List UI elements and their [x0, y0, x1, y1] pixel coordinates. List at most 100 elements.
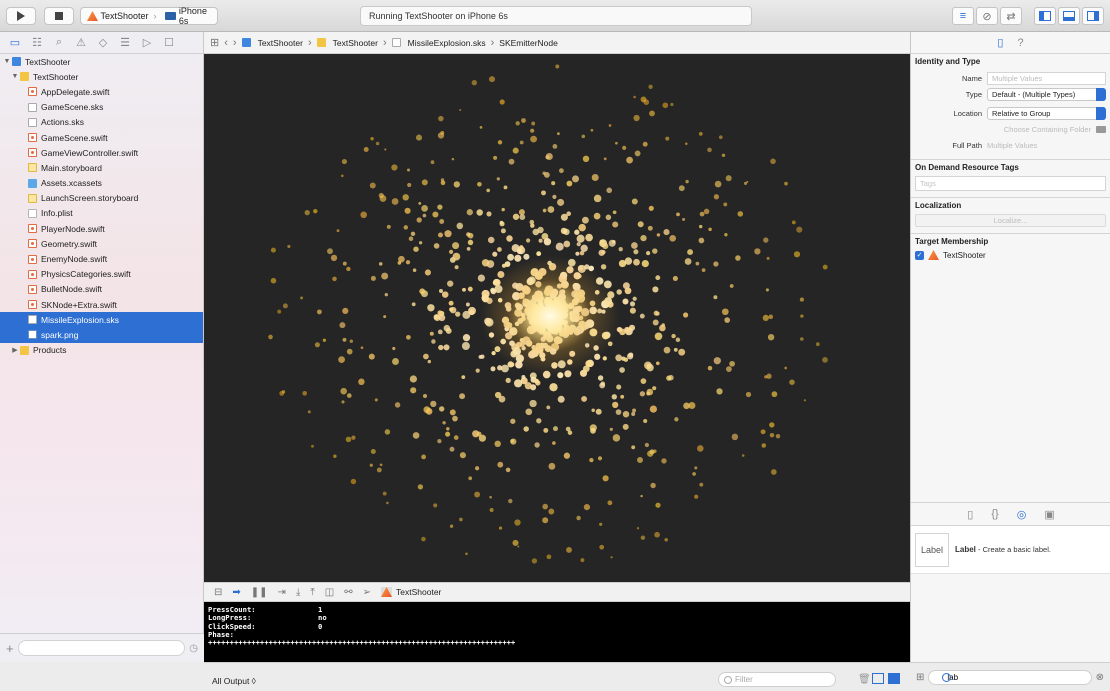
breakpoints-toggle-icon[interactable]: ➡	[232, 587, 240, 598]
tags-field[interactable]: Tags	[915, 176, 1106, 191]
file-tree-row[interactable]: Info.plist	[0, 206, 203, 221]
run-button[interactable]	[6, 7, 36, 25]
view-debugger-icon[interactable]: ◫	[325, 587, 334, 598]
name-field[interactable]: Multiple Values	[987, 71, 1106, 85]
library-item[interactable]: Label Label - Create a basic label.	[911, 526, 1110, 574]
standard-editor-button[interactable]: ≡	[952, 7, 974, 25]
particle	[512, 213, 520, 220]
jump-bar: ⊞ ‹ › TextShooter › TextShooter › Missil…	[204, 32, 910, 54]
folder-icon[interactable]	[1096, 125, 1106, 133]
particle	[626, 156, 633, 164]
particle	[654, 332, 663, 341]
location-popup[interactable]: Relative to Group	[987, 106, 1106, 120]
toggle-navigator-button[interactable]	[1034, 7, 1056, 25]
project-navigator-icon[interactable]: ▭	[8, 36, 22, 49]
file-template-library-icon[interactable]: ▯	[967, 508, 973, 521]
back-icon[interactable]: ‹	[224, 37, 228, 49]
file-tree-row[interactable]: BulletNode.swift	[0, 282, 203, 297]
disclosure-open-icon[interactable]: ▼	[2, 58, 12, 65]
breadcrumb-project[interactable]: TextShooter	[241, 38, 303, 48]
disclosure-open-icon[interactable]: ▼	[10, 73, 20, 80]
console-output[interactable]: PressCount: 1 LongPress: no ClickSpeed: 0 P…	[204, 602, 910, 662]
navigator-filter-input[interactable]	[17, 640, 186, 656]
find-navigator-icon[interactable]: ⌕	[52, 36, 66, 49]
debug-navigator-icon[interactable]: ☰	[118, 36, 132, 49]
debug-target[interactable]: TextShooter	[381, 587, 441, 597]
hide-debug-area-icon[interactable]: ⊟	[214, 587, 222, 598]
output-selector[interactable]: All Output ◊	[212, 676, 256, 686]
file-tree-row[interactable]: AppDelegate.swift	[0, 84, 203, 99]
add-file-icon[interactable]: +	[6, 641, 14, 656]
file-tree-row[interactable]: GameScene.swift	[0, 130, 203, 145]
type-popup[interactable]: Default - (Multiple Types)	[987, 87, 1106, 101]
particle	[465, 302, 470, 307]
toggle-utilities-button[interactable]	[1082, 7, 1104, 25]
particle	[676, 212, 680, 217]
breadcrumb-file[interactable]: MissileExplosion.sks	[391, 38, 486, 48]
location-icon[interactable]: ➢	[363, 587, 371, 598]
assistant-editor-button[interactable]: ⊘	[976, 7, 998, 25]
grid-view-icon[interactable]: ⊞	[916, 672, 924, 683]
breadcrumb-group[interactable]: TextShooter	[316, 38, 378, 48]
swift-file-icon	[28, 254, 37, 264]
file-tree-row[interactable]: Assets.xcassets	[0, 176, 203, 191]
file-tree-row[interactable]: spark.png	[0, 327, 203, 343]
particle	[647, 450, 654, 457]
file-tree-row[interactable]: SKNode+Extra.swift	[0, 297, 203, 312]
code-snippet-library-icon[interactable]: {}	[991, 508, 998, 520]
pause-icon[interactable]: ❚❚	[251, 587, 268, 598]
file-tree-row[interactable]: Actions.sks	[0, 115, 203, 130]
quick-help-icon[interactable]: ?	[1017, 37, 1023, 49]
file-inspector-icon[interactable]: ▯	[997, 36, 1003, 49]
disclosure-closed-icon[interactable]: ▶	[10, 346, 20, 354]
stop-button[interactable]	[44, 7, 74, 25]
particle	[641, 259, 649, 268]
test-navigator-icon[interactable]: ◇	[96, 36, 110, 49]
console-view-icon[interactable]	[888, 673, 900, 684]
version-editor-button[interactable]: ⇄	[1000, 7, 1022, 25]
memory-graph-icon[interactable]: ⚯	[344, 587, 352, 598]
file-tree-row[interactable]: PhysicsCategories.swift	[0, 267, 203, 282]
file-tree-row[interactable]: GameScene.sks	[0, 100, 203, 115]
library-search-input[interactable]	[928, 669, 1092, 685]
toggle-debug-button[interactable]	[1058, 7, 1080, 25]
step-into-icon[interactable]: ⤓	[296, 587, 300, 598]
file-tree-row[interactable]: Main.storyboard	[0, 160, 203, 175]
variables-view-icon[interactable]	[872, 673, 884, 684]
forward-icon[interactable]: ›	[233, 37, 237, 49]
step-over-icon[interactable]: ⇥	[278, 587, 286, 598]
particle	[453, 435, 459, 440]
scheme-selector[interactable]: TextShooter › iPhone 6s	[80, 6, 218, 26]
file-tree-row[interactable]: ▼ TextShooter	[0, 69, 203, 84]
step-out-icon[interactable]: ⤒	[310, 587, 314, 598]
file-tree-row[interactable]: Geometry.swift	[0, 236, 203, 251]
file-tree-row[interactable]: LaunchScreen.storyboard	[0, 191, 203, 206]
breadcrumb-node[interactable]: SKEmitterNode	[499, 38, 558, 48]
recent-files-icon[interactable]: ◷	[189, 643, 198, 654]
particle	[412, 268, 417, 272]
file-tree-row[interactable]: GameViewController.swift	[0, 145, 203, 160]
trash-icon[interactable]: 🗑	[858, 674, 871, 685]
particle	[662, 102, 669, 109]
related-items-icon[interactable]: ⊞	[210, 36, 219, 49]
particle	[618, 247, 623, 252]
object-library-icon[interactable]: ◎	[1017, 508, 1027, 521]
issue-navigator-icon[interactable]: ⚠	[74, 36, 88, 49]
media-library-icon[interactable]: ▣	[1044, 508, 1054, 521]
clear-icon[interactable]: ⊗	[1096, 672, 1104, 683]
particle	[412, 432, 420, 439]
file-tree-row[interactable]: EnemyNode.swift	[0, 251, 203, 266]
localize-button[interactable]: Localize...	[915, 214, 1106, 227]
particle	[767, 333, 775, 341]
symbol-navigator-icon[interactable]: ☷	[30, 36, 44, 49]
particle-editor-canvas[interactable]	[204, 54, 910, 582]
console-filter-input[interactable]: Filter	[718, 672, 836, 687]
file-tree-row[interactable]: ▶ Products	[0, 343, 203, 358]
particle	[666, 375, 672, 381]
file-tree-row[interactable]: MissileExplosion.sks	[0, 312, 203, 328]
breakpoint-navigator-icon[interactable]: ▷	[140, 36, 154, 49]
report-navigator-icon[interactable]: ☐	[162, 36, 176, 49]
file-tree-row[interactable]: ▼ TextShooter	[0, 54, 203, 69]
file-tree-row[interactable]: PlayerNode.swift	[0, 221, 203, 236]
membership-checkbox[interactable]: ✓	[915, 250, 924, 260]
